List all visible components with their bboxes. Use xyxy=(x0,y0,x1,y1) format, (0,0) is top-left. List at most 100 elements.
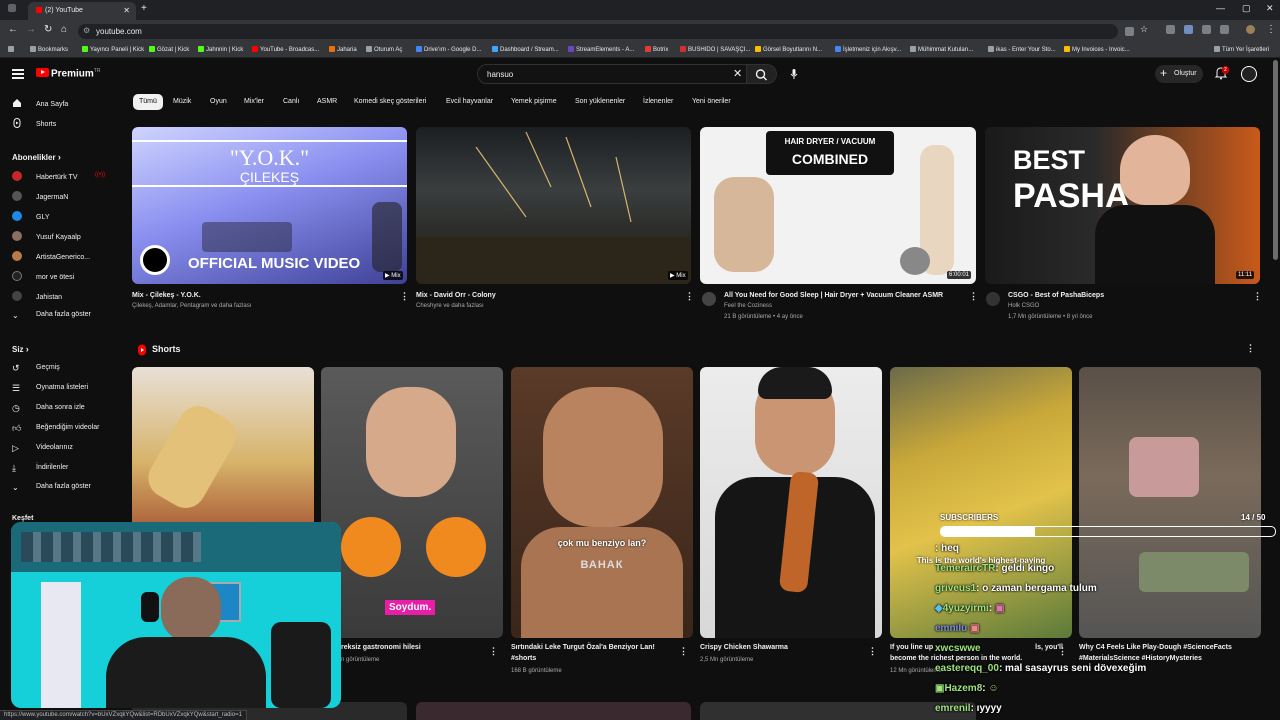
more-options-icon[interactable]: ⋮ xyxy=(1246,343,1255,354)
more-options-icon[interactable]: ⋮ xyxy=(400,291,409,302)
short-thumbnail[interactable]: Soydum. xyxy=(321,367,503,638)
chip[interactable]: Canlı xyxy=(277,94,305,110)
voice-search-button[interactable] xyxy=(784,64,804,84)
sidebar-sub-item[interactable]: Jahistan xyxy=(12,291,62,305)
bookmark-item[interactable]: Yayıncı Paneli | Kick xyxy=(82,46,144,53)
menu-hamburger-icon[interactable] xyxy=(12,69,24,79)
chip-all[interactable]: Tümü xyxy=(133,94,163,110)
youtube-premium-logo[interactable]: PremiumTR xyxy=(36,68,100,79)
sidebar-item-shorts[interactable]: Shorts xyxy=(12,118,56,132)
chip[interactable]: Evcil hayvanlar xyxy=(440,94,499,110)
account-avatar[interactable] xyxy=(1241,66,1257,82)
bookmark-item[interactable]: Gözat | Kick xyxy=(149,46,189,53)
short-title[interactable]: reksiz gastronomi hilesi xyxy=(341,644,421,651)
clear-search-icon[interactable]: ✕ xyxy=(733,67,742,80)
sidebar-sub-item[interactable]: JagermaN xyxy=(12,191,68,205)
more-options-icon[interactable]: ⋮ xyxy=(685,291,694,302)
short-title-tags[interactable]: #MaterialsScience #HistoryMysteries xyxy=(1079,655,1202,662)
bookmark-item[interactable]: Drive'ım - Google D... xyxy=(416,46,482,53)
install-app-icon[interactable] xyxy=(1125,27,1134,36)
bookmark-item[interactable]: Bookmarks xyxy=(30,46,68,53)
bookmark-item[interactable]: Görsel Boyutlarını N... xyxy=(755,46,822,53)
bookmark-item[interactable]: YouTube - Broadcas... xyxy=(252,46,319,53)
video-thumbnail-partial[interactable] xyxy=(416,702,691,720)
video-thumbnail[interactable] xyxy=(416,127,691,284)
sidebar-sub-item[interactable]: mor ve ötesi xyxy=(12,271,74,285)
chip[interactable]: Müzik xyxy=(167,94,197,110)
sidebar-item-watch-later[interactable]: ◷ Daha sonra izle xyxy=(12,403,85,417)
forward-icon[interactable]: → xyxy=(26,24,36,35)
browser-tab[interactable]: (2) YouTube ✕ xyxy=(28,2,136,20)
bookmark-item[interactable]: Jahnnin | Kick xyxy=(198,46,243,53)
bookmark-item[interactable]: StreamElements - A... xyxy=(568,46,634,53)
sidebar-item-home[interactable]: Ana Sayfa xyxy=(12,98,68,112)
reload-icon[interactable]: ↻ xyxy=(44,24,52,35)
extension-icon[interactable] xyxy=(1184,25,1193,34)
bookmark-item[interactable]: İşletmeniz için Akışv... xyxy=(835,46,901,53)
channel-avatar[interactable] xyxy=(702,292,716,306)
tab-search-icon[interactable] xyxy=(8,4,16,12)
subscriptions-header[interactable]: Abonelikler › xyxy=(12,152,61,162)
close-window-icon[interactable]: ✕ xyxy=(1266,3,1274,14)
short-title[interactable]: Why C4 Feels Like Play-Dough #ScienceFac… xyxy=(1079,644,1232,651)
short-thumbnail[interactable] xyxy=(1079,367,1261,638)
video-title[interactable]: Mix - Çilekeş - Y.O.K. xyxy=(132,292,201,299)
site-info-icon[interactable]: ⚙ xyxy=(83,26,90,35)
chip[interactable]: Yeni öneriler xyxy=(686,94,737,110)
extension-icon[interactable] xyxy=(1166,25,1175,34)
chip[interactable]: Oyun xyxy=(204,94,233,110)
short-thumbnail[interactable]: This is the world's highest-paying xyxy=(890,367,1072,638)
apps-grid-icon[interactable] xyxy=(8,46,16,53)
video-thumbnail[interactable]: "Y.O.K." ÇILEKEŞ OFFICIAL MUSIC VIDEO xyxy=(132,127,407,284)
chip[interactable]: Komedi skeç gösterileri xyxy=(348,94,432,110)
short-title-line2[interactable]: become the richest person in the world. xyxy=(890,655,1022,662)
bookmark-item[interactable]: ikas - Enter Your Sto... xyxy=(988,46,1056,53)
sidebar-item-playlists[interactable]: ☰ Oynatma listeleri xyxy=(12,383,88,397)
sidebar-sub-item[interactable]: Habertürk TV xyxy=(12,171,78,185)
home-icon[interactable]: ⌂ xyxy=(61,24,67,35)
back-icon[interactable]: ← xyxy=(8,24,18,35)
browser-menu-icon[interactable]: ⋮ xyxy=(1266,24,1276,35)
bookmark-item[interactable]: Jaharia xyxy=(329,46,357,53)
video-thumbnail[interactable]: BEST PASHA xyxy=(985,127,1260,284)
more-options-icon[interactable]: ⋮ xyxy=(489,646,498,657)
page-scrollbar[interactable] xyxy=(1273,60,1278,260)
maximize-icon[interactable]: ▢ xyxy=(1242,3,1251,14)
short-thumbnail[interactable] xyxy=(700,367,882,638)
more-options-icon[interactable]: ⋮ xyxy=(1058,646,1067,657)
chip[interactable]: Son yüklenenler xyxy=(569,94,631,110)
new-tab-button[interactable]: + xyxy=(141,3,147,14)
channel-name[interactable]: Feel the Coziness xyxy=(724,303,772,309)
sidebar-item-liked[interactable]: 👍︎ Beğendiğim videolar xyxy=(12,423,99,437)
sidebar-show-more[interactable]: ⌄ Daha fazla göster xyxy=(12,311,91,325)
bookmark-item[interactable]: Dashboard / Stream... xyxy=(492,46,559,53)
search-input[interactable]: hansuo xyxy=(477,64,747,84)
extensions-puzzle-icon[interactable] xyxy=(1202,25,1211,34)
more-options-icon[interactable]: ⋮ xyxy=(679,646,688,657)
create-button[interactable]: + Oluştur xyxy=(1155,65,1203,83)
short-title-tags[interactable]: #shorts xyxy=(511,655,536,662)
sidebar-sub-item[interactable]: Yusuf Kayaalp xyxy=(12,231,81,245)
more-options-icon[interactable]: ⋮ xyxy=(1253,291,1262,302)
short-title[interactable]: Crispy Chicken Shawarma xyxy=(700,644,788,651)
sidebar-sub-item[interactable]: ArtistaGenerico... xyxy=(12,251,90,265)
bookmark-item[interactable]: Botrix xyxy=(645,46,668,53)
bookmark-item[interactable]: Mühimmat Kutuları... xyxy=(910,46,973,53)
sidebar-show-more[interactable]: ⌄ Daha fazla göster xyxy=(12,483,91,497)
url-field[interactable]: ⚙ youtube.com xyxy=(78,24,1118,39)
search-button[interactable] xyxy=(747,64,777,84)
bookmark-star-icon[interactable]: ☆ xyxy=(1140,24,1148,35)
chip[interactable]: Yemek pişirme xyxy=(505,94,563,110)
bookmark-item[interactable]: BUSHIDO | SAVAŞÇI... xyxy=(680,46,750,53)
close-tab-icon[interactable]: ✕ xyxy=(123,6,130,15)
channel-avatar[interactable] xyxy=(986,292,1000,306)
profile-avatar-icon[interactable] xyxy=(1246,25,1255,34)
chip[interactable]: Mix'ler xyxy=(238,94,270,110)
more-options-icon[interactable]: ⋮ xyxy=(969,291,978,302)
short-title[interactable]: Sırtındaki Leke Turgut Özal'a Benziyor L… xyxy=(511,644,655,651)
bookmark-item[interactable]: My Invoices - Invoic... xyxy=(1064,46,1130,53)
sidebar-item-history[interactable]: ↺ Geçmiş xyxy=(12,363,60,377)
you-header[interactable]: Siz › xyxy=(12,344,29,354)
video-title[interactable]: Mix - David Orr - Colony xyxy=(416,292,496,299)
sidebar-item-downloads[interactable]: ⤓ İndirilenler xyxy=(12,463,68,477)
